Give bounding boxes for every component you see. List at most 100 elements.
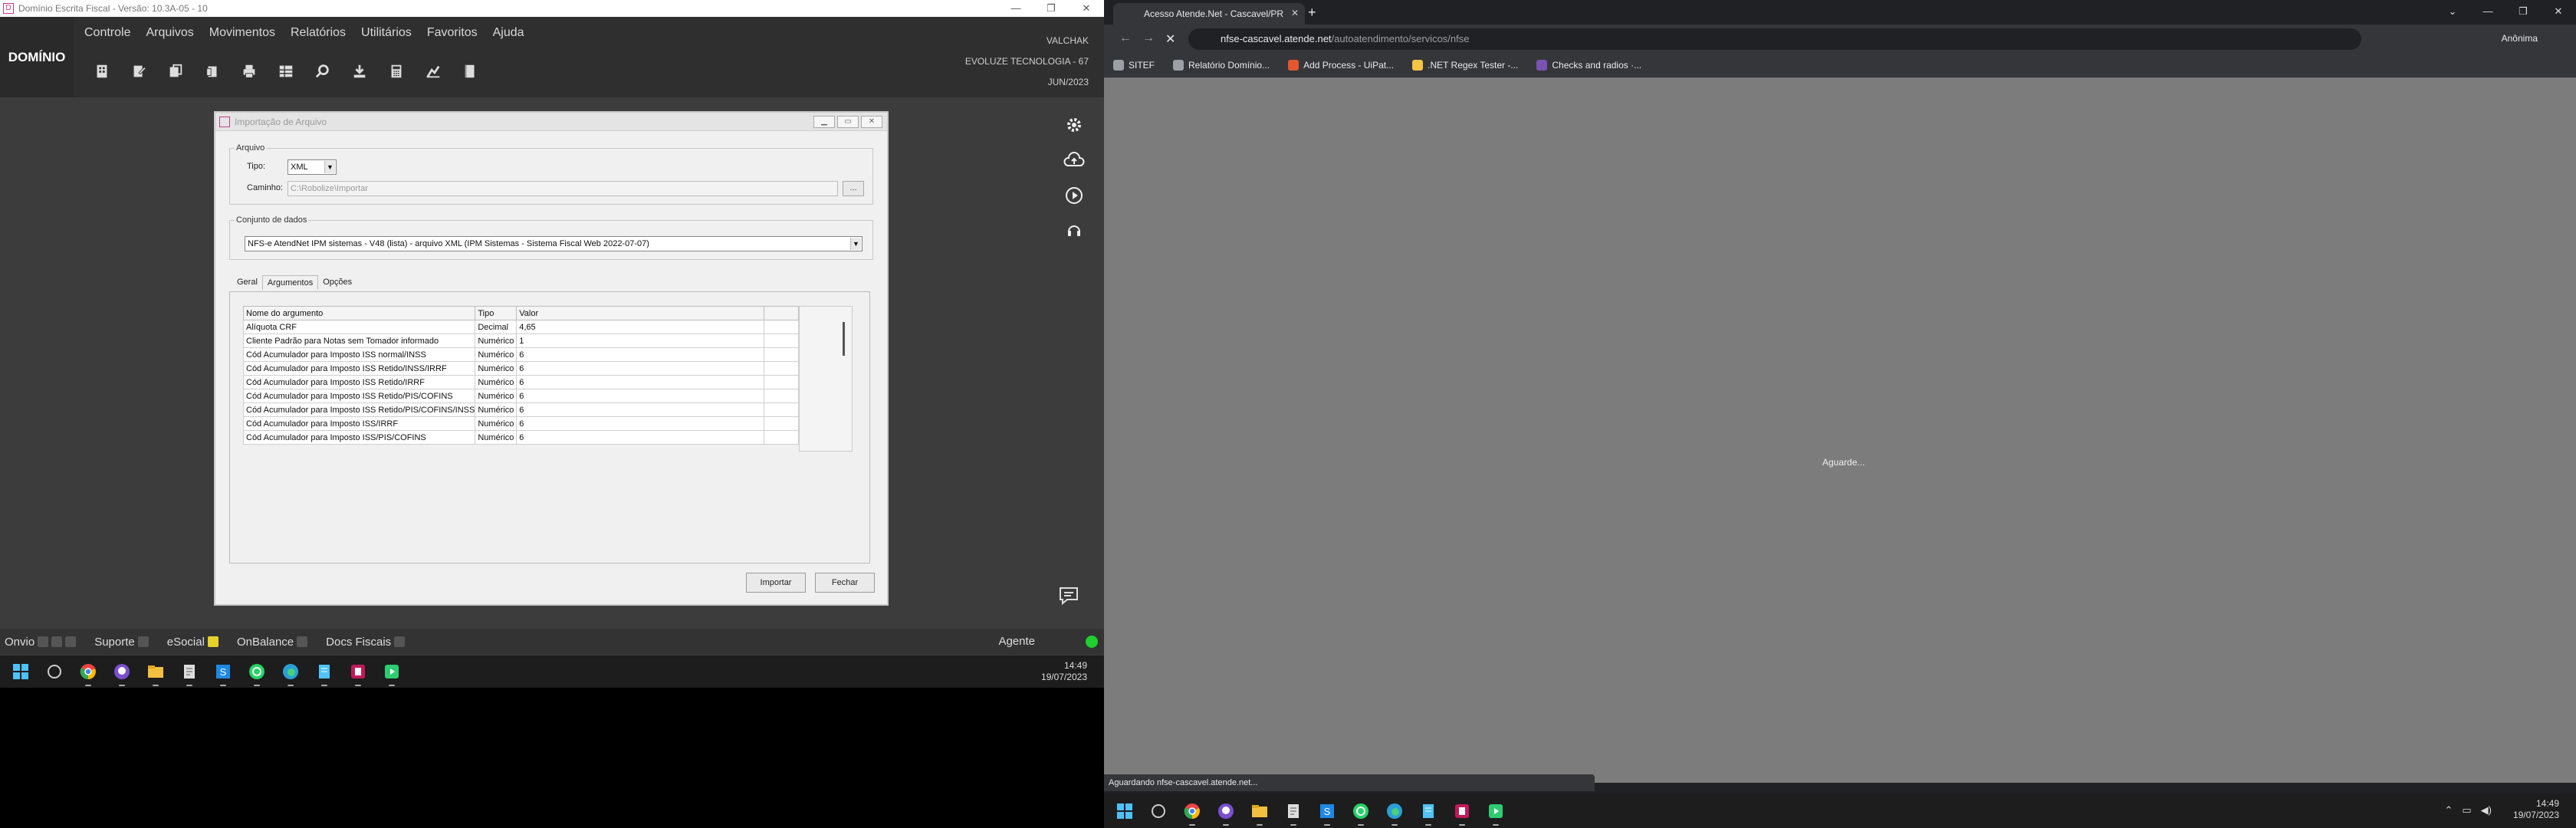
grid-icon[interactable]	[273, 58, 299, 84]
status-agente[interactable]: Agente	[998, 635, 1035, 648]
menu-arquivos[interactable]: Arquivos	[146, 26, 193, 40]
table-row[interactable]: Cód Acumulador para Imposto ISS Retido/I…	[242, 375, 799, 389]
menu-relatorios[interactable]: Relatórios	[291, 26, 346, 40]
right-clock[interactable]: 14:49 19/07/2023	[2513, 798, 2559, 821]
cloud-upload-icon[interactable]	[1063, 150, 1085, 170]
play-icon[interactable]	[1063, 186, 1085, 205]
dialog-close-button[interactable]: ✕	[861, 116, 882, 128]
cell-valor[interactable]: 6	[516, 361, 765, 376]
status-onvio[interactable]: Onvio	[5, 636, 77, 649]
tray-chevron-up-icon[interactable]: ⌃	[2444, 804, 2453, 816]
task-view-icon[interactable]	[1147, 800, 1170, 823]
stop-loading-icon[interactable]: ✕	[1165, 31, 1175, 47]
left-clock[interactable]: 14:49 19/07/2023	[1041, 660, 1087, 683]
task-view-icon[interactable]	[43, 660, 66, 683]
close-button[interactable]: ✕	[1069, 0, 1104, 17]
tab-opcoes[interactable]: Opções	[318, 275, 356, 290]
tray-display-icon[interactable]: ▭	[2462, 804, 2471, 816]
app-s-icon[interactable]: S	[1316, 800, 1339, 826]
search-icon[interactable]	[310, 58, 336, 84]
chrome-maximize-button[interactable]: ❐	[2505, 0, 2541, 23]
app-s-icon[interactable]: S	[212, 660, 235, 686]
cell-valor[interactable]: 6	[516, 389, 765, 403]
table-row[interactable]: Alíquota CRF Decimal 4,65	[242, 320, 799, 334]
new-tab-icon[interactable]: +	[1308, 5, 1316, 21]
table-row[interactable]: Cód Acumulador para Imposto ISS Retido/I…	[242, 361, 799, 376]
chrome-icon[interactable]	[1181, 800, 1204, 826]
close-dialog-button[interactable]: Fechar	[815, 573, 875, 593]
tab-argumentos[interactable]: Argumentos	[261, 275, 319, 290]
github-desktop-icon[interactable]	[110, 660, 133, 686]
table-row[interactable]: Cód Acumulador para Imposto ISS/PIS/COFI…	[242, 430, 799, 445]
bookmark-item[interactable]: Relatório Domínio...	[1173, 59, 1270, 71]
support-agent-icon[interactable]	[1063, 221, 1085, 241]
table-row[interactable]: Cód Acumulador para Imposto ISS/IRRF Numé…	[242, 416, 799, 431]
file-explorer-icon[interactable]	[144, 660, 167, 686]
bookmark-item[interactable]: .NET Regex Tester -...	[1412, 59, 1518, 71]
copy-icon[interactable]	[163, 58, 189, 84]
chrome-tab[interactable]: Acesso Atende.Net - Cascavel/PR ✕	[1113, 3, 1305, 25]
minimize-button[interactable]: —	[998, 0, 1033, 17]
menu-movimentos[interactable]: Movimentos	[209, 26, 275, 40]
edge-icon[interactable]	[1383, 800, 1406, 826]
table-row[interactable]: Cód Acumulador para Imposto ISS normal/I…	[242, 347, 799, 362]
media-app-icon[interactable]	[380, 660, 403, 686]
chart-icon[interactable]	[420, 58, 446, 84]
whatsapp-icon[interactable]	[1349, 800, 1372, 826]
maximize-button[interactable]: ❐	[1033, 0, 1069, 17]
media-app-icon[interactable]	[1484, 800, 1507, 826]
windows-start-icon[interactable]	[1113, 800, 1136, 823]
document-edit-icon[interactable]	[126, 58, 152, 84]
notepad-icon[interactable]	[1282, 800, 1305, 826]
cell-valor[interactable]: 6	[516, 347, 765, 362]
bookmark-item[interactable]: SITEF	[1113, 59, 1155, 71]
bookmark-item[interactable]: Add Process - UiPat...	[1288, 59, 1394, 71]
menu-favoritos[interactable]: Favoritos	[427, 26, 478, 40]
caminho-field[interactable]: C:\Robolize\Importar	[288, 181, 838, 196]
chrome-close-button[interactable]: ✕	[2541, 0, 2576, 23]
status-docs-fiscais[interactable]: Docs Fiscais	[326, 636, 406, 649]
status-onbalance[interactable]: OnBalance	[237, 636, 308, 649]
import-button[interactable]: Importar	[746, 573, 806, 593]
dominio-taskbar-icon[interactable]	[347, 660, 370, 686]
cell-valor[interactable]: 6	[516, 375, 765, 389]
file-explorer-icon[interactable]	[1248, 800, 1271, 826]
cell-valor[interactable]: 4,65	[516, 320, 765, 334]
download-icon[interactable]	[347, 58, 373, 84]
menu-utilitarios[interactable]: Utilitários	[361, 26, 412, 40]
bookmark-item[interactable]: Checks and radios ·...	[1536, 59, 1641, 71]
gear-icon[interactable]	[1063, 115, 1085, 135]
table-row[interactable]: Cód Acumulador para Imposto ISS Retido/P…	[242, 402, 799, 417]
table-scrollbar[interactable]	[799, 306, 853, 452]
cell-valor[interactable]: 1	[516, 334, 765, 348]
building-icon[interactable]	[89, 58, 115, 84]
document-app-icon[interactable]	[1417, 800, 1440, 826]
notepad-icon[interactable]	[178, 660, 201, 686]
browse-button[interactable]: ...	[843, 181, 864, 196]
dialog-minimize-button[interactable]: ▁	[813, 116, 835, 128]
cell-valor[interactable]: 6	[516, 416, 765, 431]
calculator-icon[interactable]	[383, 58, 409, 84]
chrome-icon[interactable]	[77, 660, 100, 686]
whatsapp-icon[interactable]	[245, 660, 268, 686]
scrollbar-thumb[interactable]	[843, 322, 845, 356]
address-bar[interactable]: nfse-cascavel.atende.net/autoatendimento…	[1188, 28, 2361, 50]
cell-valor[interactable]: 6	[516, 430, 765, 445]
forward-icon[interactable]: →	[1142, 31, 1155, 45]
tab-geral[interactable]: Geral	[232, 275, 262, 290]
chat-icon[interactable]	[1058, 585, 1081, 606]
github-desktop-icon[interactable]	[1214, 800, 1237, 826]
edge-icon[interactable]	[279, 660, 302, 686]
tipo-select[interactable]: XML ▼	[288, 159, 337, 175]
tray-volume-icon[interactable]: ◀)	[2481, 804, 2492, 816]
status-suporte[interactable]: Suporte	[94, 636, 149, 649]
status-esocial[interactable]: eSocial	[167, 636, 219, 649]
dominio-taskbar-icon[interactable]	[1451, 800, 1474, 826]
files-icon[interactable]	[199, 58, 225, 84]
document-app-icon[interactable]	[313, 660, 336, 686]
table-row[interactable]: Cód Acumulador para Imposto ISS Retido/P…	[242, 389, 799, 403]
chrome-tab-search-icon[interactable]: ⌄	[2435, 0, 2470, 23]
profile-incognito[interactable]: Anônima	[2502, 33, 2538, 44]
menu-controle[interactable]: Controle	[84, 26, 130, 40]
printer-icon[interactable]	[236, 58, 262, 84]
